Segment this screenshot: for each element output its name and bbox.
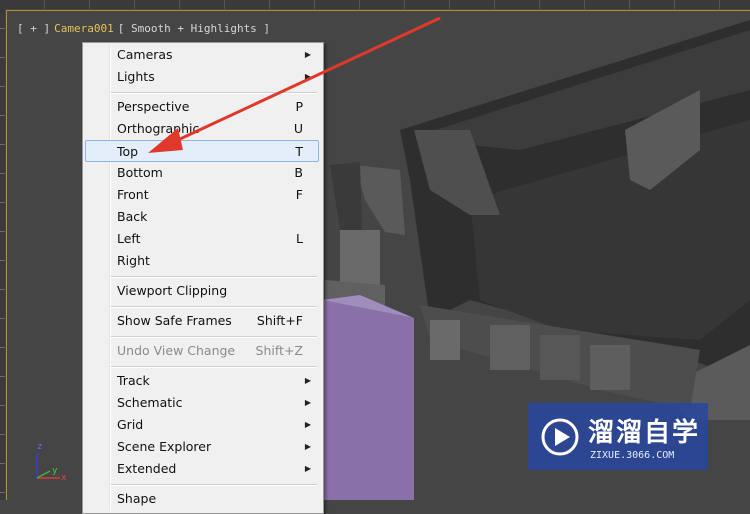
menu-item-label: Scene Explorer <box>117 439 212 454</box>
menu-item-label: Right <box>117 253 150 268</box>
menu-item-left[interactable]: Left L <box>85 228 319 250</box>
viewport-camera-name[interactable]: Camera001 <box>54 22 114 38</box>
viewport-shading-mode[interactable]: [ Smooth + Highlights ] <box>118 22 270 38</box>
menu-item-label: Cameras <box>117 47 173 62</box>
menu-item-grid[interactable]: Grid ▶ <box>85 414 319 436</box>
menu-item-label: Shape <box>117 491 157 506</box>
menu-item-scene-explorer[interactable]: Scene Explorer ▶ <box>85 436 319 458</box>
menu-item-schematic[interactable]: Schematic ▶ <box>85 392 319 414</box>
menu-item-label: Back <box>117 209 148 224</box>
menu-item-viewport-clipping[interactable]: Viewport Clipping <box>85 280 319 302</box>
menu-item-shortcut: T <box>295 144 303 159</box>
axis-z-label: z <box>37 442 43 452</box>
menu-item-back[interactable]: Back <box>85 206 319 228</box>
menu-item-bottom[interactable]: Bottom B <box>85 162 319 184</box>
menu-item-label: Orthographic <box>117 121 200 136</box>
menu-item-label: Left <box>117 231 141 246</box>
submenu-arrow-icon: ▶ <box>304 72 311 81</box>
submenu-arrow-icon: ▶ <box>304 50 311 59</box>
axis-y-label: y <box>52 466 58 476</box>
menu-item-label: Grid <box>117 417 144 432</box>
menu-item-lights[interactable]: Lights ▶ <box>85 66 319 88</box>
menu-item-perspective[interactable]: Perspective P <box>85 96 319 118</box>
menu-item-label: Bottom <box>117 165 163 180</box>
play-logo-icon <box>541 418 579 456</box>
menu-item-label: Undo View Change <box>117 343 236 358</box>
menu-item-front[interactable]: Front F <box>85 184 319 206</box>
menu-item-shortcut: Shift+Z <box>255 343 303 358</box>
menu-separator <box>111 336 317 338</box>
menu-item-label: Show Safe Frames <box>117 313 232 328</box>
submenu-arrow-icon: ▶ <box>304 420 311 429</box>
watermark-brand: 溜溜自学 <box>588 418 701 448</box>
watermark: 溜溜自学 ZIXUE.3066.COM <box>528 403 708 470</box>
menu-item-label: Track <box>117 373 150 388</box>
menu-item-track[interactable]: Track ▶ <box>85 370 319 392</box>
menu-item-shortcut: B <box>294 165 303 180</box>
menu-separator <box>111 484 317 486</box>
menu-separator <box>111 366 317 368</box>
menu-separator <box>111 276 317 278</box>
menu-item-label: Front <box>117 187 149 202</box>
menu-separator <box>111 92 317 94</box>
menu-item-orthographic[interactable]: Orthographic U <box>85 118 319 140</box>
menu-item-show-safe-frames[interactable]: Show Safe Frames Shift+F <box>85 310 319 332</box>
menu-item-shortcut: F <box>295 187 303 202</box>
axis-gizmo-icon: z y x <box>30 440 70 485</box>
viewport-label[interactable]: [ + ] Camera001 [ Smooth + Highlights ] <box>17 22 270 38</box>
submenu-arrow-icon: ▶ <box>304 464 311 473</box>
menu-item-undo-view-change[interactable]: Undo View Change Shift+Z <box>85 340 319 362</box>
menu-item-shape[interactable]: Shape <box>85 488 319 510</box>
menu-item-label: Schematic <box>117 395 183 410</box>
menu-item-label: Lights <box>117 69 155 84</box>
menu-item-shortcut: P <box>295 99 303 114</box>
submenu-arrow-icon: ▶ <box>304 398 311 407</box>
menu-item-right[interactable]: Right <box>85 250 319 272</box>
menu-item-shortcut: U <box>293 121 303 136</box>
submenu-arrow-icon: ▶ <box>304 376 311 385</box>
menu-item-label: Top <box>117 144 139 159</box>
watermark-url: ZIXUE.3066.COM <box>590 450 675 461</box>
submenu-arrow-icon: ▶ <box>304 442 311 451</box>
menu-separator <box>111 306 317 308</box>
menu-item-cameras[interactable]: Cameras ▶ <box>85 44 319 66</box>
menu-item-top[interactable]: Top T <box>85 140 319 162</box>
axis-x-label: x <box>61 473 67 483</box>
viewport-plus-menu[interactable]: [ + ] <box>17 22 50 38</box>
viewport-context-menu: Cameras ▶ Lights ▶ Perspective P Orthogr… <box>82 42 324 514</box>
menu-item-label: Extended <box>117 461 177 476</box>
menu-item-label: Perspective <box>117 99 190 114</box>
menu-item-shortcut: Shift+F <box>256 313 303 328</box>
menu-item-shortcut: L <box>296 231 303 246</box>
menu-item-label: Viewport Clipping <box>117 283 228 298</box>
menu-item-extended[interactable]: Extended ▶ <box>85 458 319 480</box>
